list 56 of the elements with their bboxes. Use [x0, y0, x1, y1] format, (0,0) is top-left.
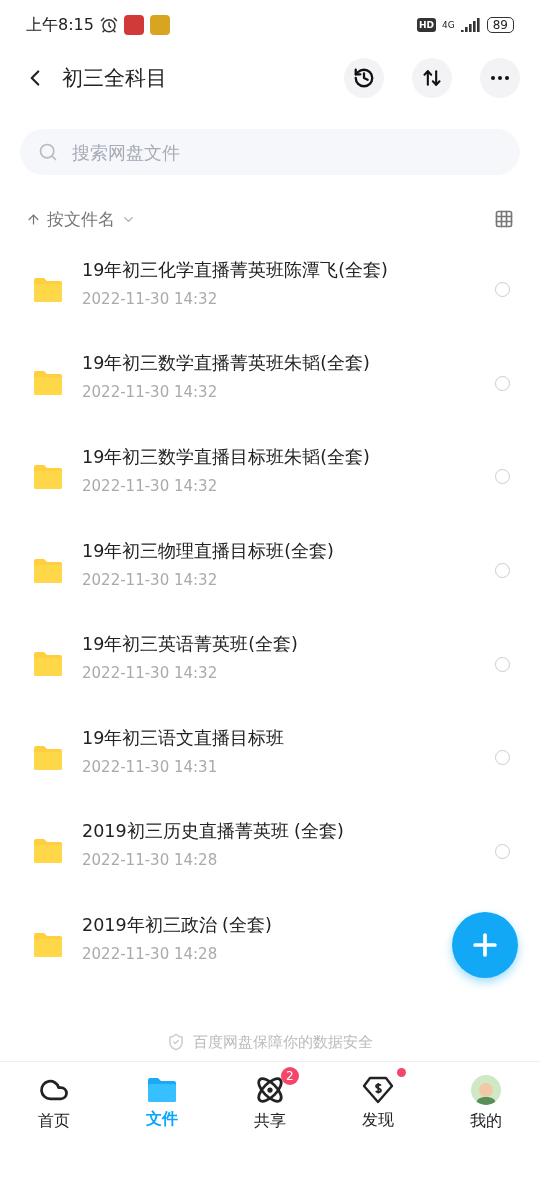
- folder-name[interactable]: 19年初三数学直播菁英班朱韬(全套): [82, 351, 370, 376]
- shield-icon: [167, 1033, 185, 1051]
- folder-name[interactable]: 19年初三物理直播目标班(全套): [82, 538, 334, 563]
- folder-name[interactable]: 19年初三化学直播菁英班陈潭飞(全套): [82, 257, 388, 282]
- app-icon: [123, 15, 144, 35]
- nav-tab[interactable]: 我的: [432, 1062, 540, 1144]
- history-icon: [353, 66, 375, 89]
- search-icon: [38, 142, 58, 162]
- signal-icon: [460, 18, 481, 32]
- page-title: 初三全科目: [62, 64, 168, 92]
- security-note: 百度网盘保障你的数据安全: [193, 1032, 373, 1052]
- history-button[interactable]: [344, 57, 384, 98]
- diamond-dollar-icon: [362, 1075, 394, 1104]
- folder-icon: [32, 464, 64, 490]
- folder-icon: [32, 651, 64, 678]
- folder-icon: [32, 838, 64, 865]
- modified-time: 2022-11-30 14:32: [82, 477, 218, 495]
- folder-name[interactable]: 2019初三历史直播菁英班 (全套): [82, 819, 344, 844]
- grid-view-button[interactable]: [494, 209, 514, 229]
- folder-icon: [32, 370, 64, 397]
- network-type: 4G: [442, 20, 455, 30]
- folder-name[interactable]: 19年初三英语菁英班(全套): [82, 632, 298, 657]
- sort-order-button[interactable]: [412, 57, 452, 98]
- modified-time: 2022-11-30 14:32: [82, 289, 218, 308]
- folder-name[interactable]: 19年初三语文直播目标班: [82, 725, 285, 750]
- folder-name[interactable]: 19年初三数学直播目标班朱韬(全套): [82, 445, 370, 469]
- hd-badge: HD: [417, 18, 436, 32]
- grid-icon: [494, 209, 514, 229]
- more-button[interactable]: [480, 57, 520, 98]
- nav-tab[interactable]: 首页: [0, 1062, 108, 1144]
- folder-icon: [32, 931, 64, 958]
- modified-time: 2022-11-30 14:32: [82, 570, 218, 589]
- status-time: 上午8:15: [26, 14, 94, 36]
- add-button[interactable]: [452, 912, 518, 978]
- atom-icon: [255, 1074, 285, 1105]
- alarm-icon: [99, 16, 118, 34]
- more-icon: [491, 75, 509, 80]
- folder-icon: [32, 557, 64, 584]
- folder-name[interactable]: 2019年初三政治 (全套): [82, 912, 272, 937]
- folder-icon: [147, 1076, 177, 1103]
- modified-time: 2022-11-30 14:32: [82, 664, 218, 683]
- modified-time: 2022-11-30 14:32: [82, 383, 218, 402]
- folder-icon: [32, 276, 64, 303]
- nav-tab[interactable]: 共享 2: [216, 1062, 324, 1144]
- battery-level: 89: [486, 17, 514, 33]
- up-down-arrows-icon: [422, 67, 442, 88]
- sort-button[interactable]: 按文件名: [47, 207, 115, 231]
- nav-tab[interactable]: 发现: [324, 1062, 432, 1144]
- search-field[interactable]: 搜索网盘文件: [20, 129, 520, 175]
- avatar: [471, 1074, 501, 1105]
- count-badge: 2: [280, 1067, 299, 1085]
- modified-time: 2022-11-30 14:28: [82, 851, 218, 870]
- modified-time: 2022-11-30 14:28: [82, 944, 218, 963]
- app-icon: [149, 15, 170, 35]
- folder-icon: [32, 744, 64, 771]
- modified-time: 2022-11-30 14:31: [82, 757, 218, 776]
